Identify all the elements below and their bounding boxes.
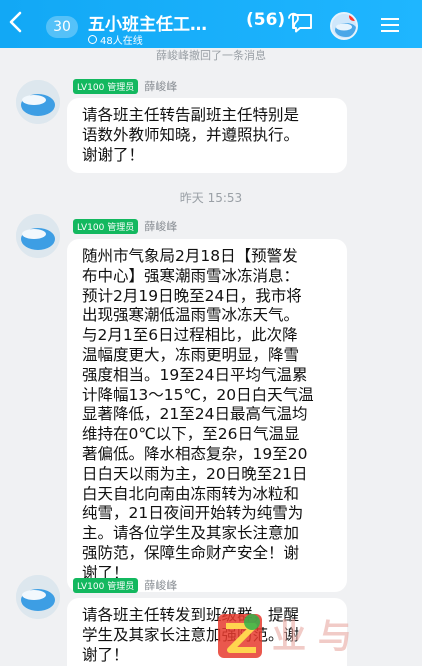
admin-level-tag: LV100 管理员 [73,218,139,234]
message-line: 请各班主任转发到班级群，提醒 [82,606,300,624]
message-line: 布中心】强寒潮雨雪冰冻消息： [82,266,300,285]
message-line: 温幅度更大，冻雨更明显，降雪 [82,345,300,364]
message-meta: LV100 管理员 薛峻峰 [73,577,177,593]
message-bubble[interactable]: 请各班主任转发到班级群，提醒 学生及其家长注意加强防范。谢 谢了！ [67,598,347,666]
admin-level-tag: LV100 管理员 [73,577,139,593]
sender-name[interactable]: 薛峻峰 [144,218,177,234]
unread-count-badge[interactable]: 30 [46,16,78,38]
message-bubble[interactable]: 随州市气象局2月18日【预警发 布中心】强寒潮雨雪冰冻消息： 预计2月19日晚至… [67,239,347,592]
message-line: 预计2月19日晚至24日，我市将 [82,286,302,305]
message-line: 白天自北向南由冻雨转为冰粒和 [82,484,300,503]
avatar[interactable] [16,80,60,124]
avatar[interactable] [16,214,60,258]
message-line: 显著降低，21至24日最高气温均 [82,405,308,424]
message-line: 与2月1至6日过程相比，此次降 [82,326,298,345]
message-line: 请各班主任转告副班主任特别是 [82,106,300,124]
sender-name[interactable]: 薛峻峰 [144,78,177,94]
message-line: 学生及其家长注意加强防范。谢 [82,625,300,644]
member-count: (56) [246,10,286,30]
admin-level-tag: LV100 管理员 [73,78,139,94]
message-line: 随州市气象局2月18日【预警发 [82,247,298,265]
message-line: 日白天以雨为主，20日晚至21日 [82,464,308,483]
message-line: 强度相当。19至24日平均气温累 [82,365,308,384]
menu-icon[interactable] [381,17,399,33]
online-dot-icon [88,35,97,44]
chat-bubble-icon[interactable] [291,13,313,33]
message-line: 语数外教师知晓，并遵照执行。 [82,125,300,144]
online-count: 48人在线 [100,36,143,47]
avatar-image [16,80,60,124]
message-bubble[interactable]: 请各班主任转告副班主任特别是 语数外教师知晓，并遵照执行。 谢谢了！ [67,98,347,174]
message-line: 著偏低。降水相态复杂，19至20 [82,444,308,463]
message-line: 谢了！ [82,645,129,664]
avatar-image [16,214,60,258]
message-line: 主。请各位学生及其家长注意加 [82,524,300,543]
message-meta: LV100 管理员 薛峻峰 [73,78,177,94]
sender-name[interactable]: 薛峻峰 [144,577,177,593]
notification-dot-icon [349,14,356,21]
avatar-image [16,575,60,619]
avatar[interactable] [16,575,60,619]
chat-header: 30 五小班主任工… (56) 48人在线 [0,0,422,48]
message-line: 强防范，保障生命财产安全！谢 [82,543,300,562]
recall-notice: 薛峻峰撤回了一条消息 [156,49,266,62]
online-status: 48人在线 [88,32,143,47]
group-avatar[interactable] [330,12,358,40]
message-line: 纯雪，21日夜间开始转为纯雪为 [82,504,304,523]
back-arrow-icon[interactable] [6,10,26,34]
message-meta: LV100 管理员 薛峻峰 [73,218,177,234]
message-line: 计降幅13～15℃，20日白天气温 [82,385,314,404]
message-line: 出现强寒潮低温雨雪冰冻天气。 [82,306,300,325]
message-line: 维持在0℃以下，至26日气温显 [82,425,300,444]
message-line: 谢谢了！ [82,145,145,164]
time-separator: 昨天 15:53 [179,191,243,205]
